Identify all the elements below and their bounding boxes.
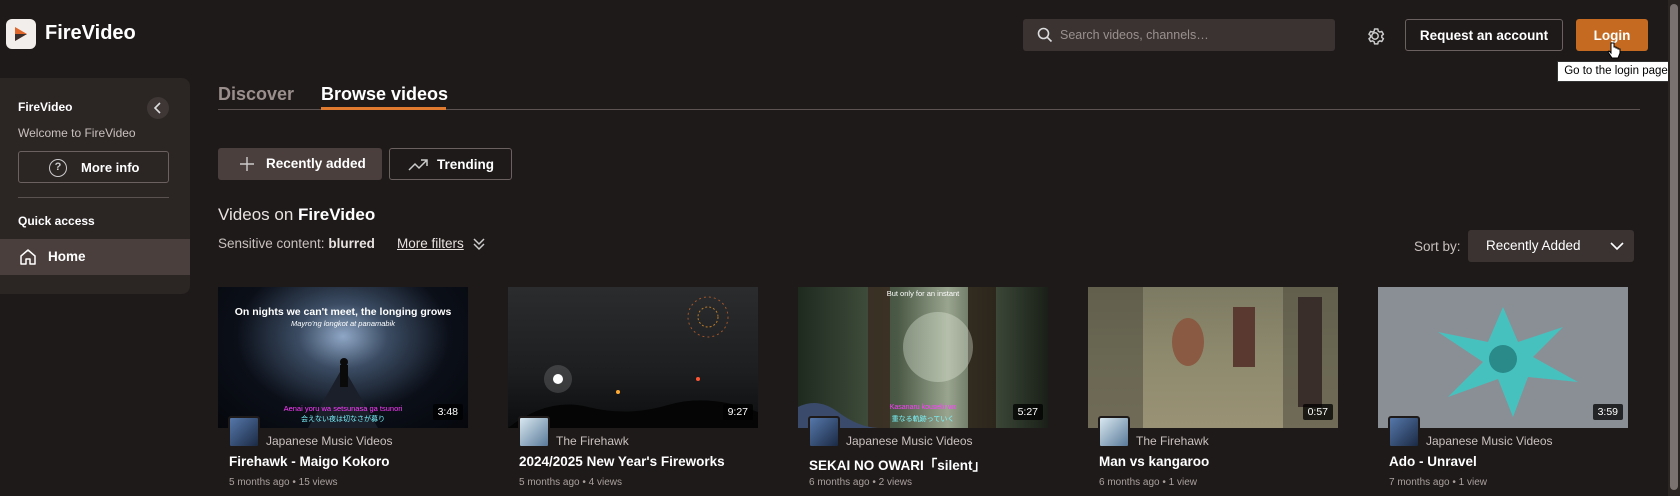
video-duration: 9:27 [722, 404, 753, 420]
video-thumbnail[interactable]: But only for an instant Kasanaru kouseki… [798, 287, 1048, 428]
channel-avatar[interactable] [1098, 416, 1130, 448]
question-icon: ? [49, 159, 67, 177]
page-scrollbar[interactable] [1668, 0, 1680, 496]
subtitle-text: Kasanaru kouseki wo [889, 404, 957, 411]
collapse-sidebar-button[interactable] [147, 97, 169, 119]
gear-icon[interactable] [1364, 25, 1386, 47]
video-card[interactable]: 3:59 Japanese Music Videos Ado - Unravel… [1378, 287, 1628, 496]
firevideo-logo-icon[interactable] [6, 19, 36, 49]
video-card[interactable]: On nights we can't meet, the longing gro… [218, 287, 468, 496]
videos-heading: Videos on FireVideo [218, 205, 375, 225]
login-tooltip: Go to the login page [1557, 61, 1675, 82]
video-title[interactable]: SEKAI NO OWARI「silent」 [809, 454, 986, 474]
video-meta: 6 months ago • 2 views [809, 477, 912, 488]
scrollbar-thumb[interactable] [1670, 4, 1678, 490]
video-duration: 3:59 [1592, 404, 1623, 420]
quick-access-heading: Quick access [18, 214, 95, 228]
sidebar-title: FireVideo [18, 100, 73, 114]
video-thumbnail[interactable]: 0:57 [1088, 287, 1338, 428]
plus-icon [240, 157, 254, 171]
search-icon [1037, 27, 1053, 43]
video-duration: 5:27 [1012, 404, 1043, 420]
sensitive-content-status: Sensitive content: blurred [218, 236, 375, 251]
video-title[interactable]: Firehawk - Maigo Kokoro [229, 454, 390, 469]
tab-discover[interactable]: Discover [218, 84, 294, 105]
search-input[interactable] [1060, 19, 1325, 51]
video-meta: 6 months ago • 1 view [1099, 477, 1197, 488]
more-filters-link[interactable]: More filters [397, 236, 464, 251]
sidebar: FireVideo Welcome to FireVideo ? More in… [0, 78, 190, 294]
trending-button[interactable]: Trending [389, 148, 512, 180]
sort-by-value: Recently Added [1486, 238, 1581, 253]
home-icon [20, 249, 36, 265]
more-info-button[interactable]: ? More info [18, 151, 169, 183]
channel-avatar[interactable] [808, 416, 840, 448]
video-card[interactable]: 9:27 The Firehawk 2024/2025 New Year's F… [508, 287, 758, 496]
brand-name[interactable]: FireVideo [45, 22, 136, 45]
subtitle-text: But only for an instant [886, 289, 960, 298]
channel-name[interactable]: Japanese Music Videos [1426, 434, 1553, 448]
subtitle-text: Mayro'ng longkot at panamabik [291, 319, 395, 328]
trending-icon [408, 159, 428, 171]
video-meta: 7 months ago • 1 view [1389, 477, 1487, 488]
sensitive-content-label: Sensitive content: [218, 236, 325, 251]
video-thumbnail[interactable]: 3:59 [1378, 287, 1628, 428]
trending-label: Trending [437, 157, 494, 172]
request-account-button[interactable]: Request an account [1405, 19, 1563, 51]
channel-avatar[interactable] [1388, 416, 1420, 448]
channel-name[interactable]: The Firehawk [1136, 434, 1209, 448]
recently-added-button[interactable]: Recently added [218, 148, 382, 180]
video-title[interactable]: Man vs kangaroo [1099, 454, 1209, 469]
video-title[interactable]: Ado - Unravel [1389, 454, 1477, 469]
videos-heading-prefix: Videos on [218, 205, 294, 224]
subtitle-text: On nights we can't meet, the longing gro… [234, 306, 452, 318]
channel-avatar[interactable] [518, 416, 550, 448]
video-title[interactable]: 2024/2025 New Year's Fireworks [519, 454, 725, 469]
chevron-down-icon [1610, 242, 1624, 251]
video-meta: 5 months ago • 15 views [229, 477, 338, 488]
channel-name[interactable]: Japanese Music Videos [266, 434, 393, 448]
channel-name[interactable]: The Firehawk [556, 434, 629, 448]
video-duration: 3:48 [432, 404, 463, 420]
videos-heading-brand: FireVideo [298, 205, 376, 224]
subtitle-text: Aenai yoru wa setsunasa ga tsunori [283, 404, 403, 413]
sidebar-welcome-text: Welcome to FireVideo [18, 126, 136, 140]
double-chevron-down-icon[interactable] [472, 236, 486, 257]
video-card[interactable]: 0:57 The Firehawk Man vs kangaroo 6 mont… [1088, 287, 1338, 496]
sensitive-content-value: blurred [328, 236, 375, 251]
more-info-label: More info [81, 160, 140, 175]
recently-added-label: Recently added [266, 156, 366, 171]
search-box[interactable] [1023, 19, 1335, 51]
sidebar-divider [18, 197, 169, 198]
channel-avatar[interactable] [228, 416, 260, 448]
sidebar-item-home-label: Home [48, 249, 86, 264]
sort-by-select[interactable]: Recently Added [1468, 230, 1634, 262]
channel-name[interactable]: Japanese Music Videos [846, 434, 973, 448]
video-thumbnail[interactable]: 9:27 [508, 287, 758, 428]
chevron-left-icon [153, 102, 161, 114]
tab-browse-videos[interactable]: Browse videos [321, 84, 448, 105]
sidebar-item-home[interactable]: Home [0, 239, 190, 275]
video-thumbnail[interactable]: On nights we can't meet, the longing gro… [218, 287, 468, 428]
sort-by-label: Sort by: [1414, 239, 1461, 254]
video-duration: 0:57 [1302, 404, 1333, 420]
video-card[interactable]: But only for an instant Kasanaru kouseki… [798, 287, 1048, 496]
active-tab-indicator [321, 107, 446, 110]
video-meta: 5 months ago • 4 views [519, 477, 622, 488]
